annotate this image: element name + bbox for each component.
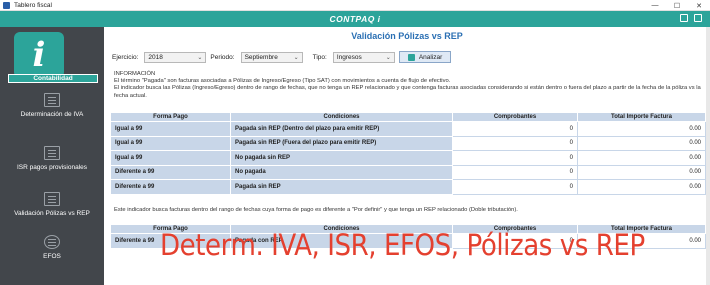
info-heading: INFORMACIÓN — [114, 71, 156, 77]
cell-condicion: Pagada sin REP (Fuera del plazo para emi… — [230, 135, 453, 151]
app-icon — [3, 1, 10, 9]
tipo-value: Ingresos — [336, 53, 362, 61]
cell-forma: Igual a 99 — [110, 121, 231, 137]
cell-comprobantes: 0 — [452, 135, 578, 151]
tipo-label: Tipo: — [312, 53, 327, 61]
sidebar-item-label: ISR pagos provisionales — [16, 164, 88, 171]
cell-forma: Diferente a 99 — [110, 179, 231, 195]
sidebar-item-label: Validación Pólizas vs REP — [14, 210, 90, 217]
page-title: Validación Pólizas vs REP — [351, 31, 463, 41]
analyze-icon — [407, 53, 415, 61]
table-row[interactable]: Igual a 99 Pagada sin REP (Dentro del pl… — [110, 121, 706, 137]
info-line: fecha actual. — [114, 92, 147, 99]
close-button[interactable]: ✕ — [688, 0, 710, 11]
cell-condicion: No pagada sin REP — [230, 150, 453, 166]
analizar-button[interactable]: Analizar — [398, 51, 452, 63]
window-controls: — ☐ ✕ — [644, 0, 710, 11]
brand-header: CONTPAQ i — [0, 11, 710, 27]
table-row[interactable]: Diferente a 99 Pagada sin REP 0 0.00 — [110, 179, 706, 195]
periodo-value: Septiembre — [244, 53, 278, 61]
periodo-label: Periodo: — [210, 53, 235, 61]
maximize-button[interactable]: ☐ — [666, 0, 688, 11]
contpaqi-logo: i — [14, 32, 64, 78]
document-icon — [44, 146, 60, 160]
periodo-select[interactable]: Septiembre ⌄ — [240, 51, 303, 63]
cell-forma: Diferente a 99 — [110, 164, 231, 180]
sidebar: i Contabilidad Determinación de IVA ISR … — [0, 27, 104, 285]
polizas-table: Forma Pago Condiciones Comprobantes Tota… — [110, 112, 706, 195]
logo-i-icon: i — [32, 35, 46, 75]
cell-total: 0.00 — [577, 135, 706, 151]
sidebar-item-isr[interactable]: ISR pagos provisionales — [0, 146, 104, 171]
title-bar: Tablero fiscal — ☐ ✕ — [0, 0, 710, 11]
info-doble-tributacion: Este indicador busca facturas dentro del… — [114, 207, 518, 213]
col-total: Total Importe Factura — [577, 112, 706, 122]
info-line: El indicador busca las Pólizas (Ingreso/… — [114, 85, 701, 92]
sidebar-item-label: Determinación de IVA — [20, 111, 84, 118]
info-block: INFORMACIÓN El término "Pagada" son fact… — [114, 71, 704, 100]
cell-condicion: No pagada — [230, 164, 453, 180]
minimize-button[interactable]: — — [644, 0, 666, 11]
sidebar-item-efos[interactable]: EFOS — [0, 235, 104, 260]
table-row[interactable]: Diferente a 99 No pagada 0 0.00 — [110, 164, 706, 180]
table-row[interactable]: Igual a 99 Pagada sin REP (Fuera del pla… — [110, 135, 706, 151]
ejercicio-select[interactable]: 2018 ⌄ — [144, 51, 207, 63]
cell-comprobantes: 0 — [452, 164, 578, 180]
cell-condicion: Pagada sin REP (Dentro del plazo para em… — [230, 121, 453, 137]
col-condiciones: Condiciones — [230, 112, 453, 122]
ejercicio-value: 2018 — [148, 53, 163, 61]
document-icon — [44, 192, 60, 206]
chevron-down-icon: ⌄ — [385, 54, 391, 61]
sidebar-item-iva[interactable]: Determinación de IVA — [0, 93, 104, 118]
cell-comprobantes: 0 — [452, 150, 578, 166]
chevron-down-icon: ⌄ — [197, 54, 203, 61]
col-forma-pago: Forma Pago — [110, 112, 231, 122]
settings-icon[interactable] — [694, 14, 702, 22]
table-row[interactable]: Igual a 99 No pagada sin REP 0 0.00 — [110, 150, 706, 166]
cell-forma: Igual a 99 — [110, 150, 231, 166]
analizar-label: Analizar — [418, 53, 443, 61]
module-badge: Contabilidad — [8, 74, 98, 83]
window-title: Tablero fiscal — [14, 1, 52, 9]
sidebar-item-label: EFOS — [43, 253, 61, 260]
cell-total: 0.00 — [577, 121, 706, 137]
header-icons — [680, 14, 702, 22]
cell-total: 0.00 — [577, 179, 706, 195]
filter-bar: Ejercicio: 2018 ⌄ Periodo: Septiembre ⌄ … — [112, 51, 452, 63]
info-line: El término "Pagada" son facturas asociad… — [114, 78, 451, 85]
vertical-scrollbar[interactable] — [706, 27, 710, 285]
chevron-down-icon: ⌄ — [293, 54, 299, 61]
alert-icon — [44, 235, 60, 249]
cell-comprobantes: 0 — [452, 121, 578, 137]
cell-condicion: Pagada sin REP — [230, 179, 453, 195]
document-icon — [44, 93, 60, 107]
brand-logo: CONTPAQ i — [329, 14, 381, 24]
col-comprobantes: Comprobantes — [452, 112, 578, 122]
cell-comprobantes: 0 — [452, 179, 578, 195]
promo-overlay-text: Determ. IVA, ISR, EFOS, Pólizas vs REP — [160, 228, 645, 262]
table-header-row: Forma Pago Condiciones Comprobantes Tota… — [110, 112, 706, 122]
tipo-select[interactable]: Ingresos ⌄ — [332, 51, 395, 63]
ejercicio-label: Ejercicio: — [112, 53, 139, 61]
cell-forma: Igual a 99 — [110, 135, 231, 151]
sidebar-item-polizas[interactable]: Validación Pólizas vs REP — [0, 192, 104, 217]
help-icon[interactable] — [680, 14, 688, 22]
cell-total: 0.00 — [577, 150, 706, 166]
cell-total: 0.00 — [577, 164, 706, 180]
